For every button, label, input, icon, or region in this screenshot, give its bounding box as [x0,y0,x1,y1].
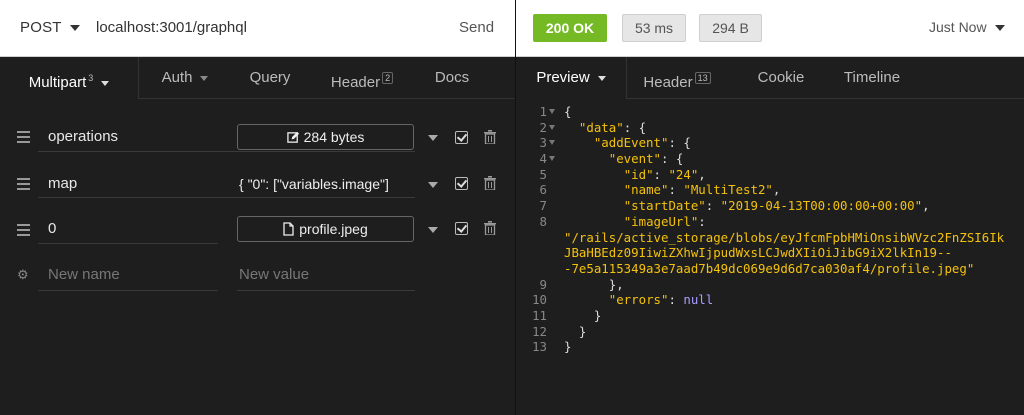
checkbox-icon[interactable] [455,177,468,190]
method-select[interactable]: POST [20,19,62,36]
checkbox-icon[interactable] [455,131,468,144]
line-number: 2 [539,119,547,135]
field-name-input[interactable]: map [48,175,77,192]
send-button[interactable]: Send [459,19,494,36]
url-input[interactable]: localhost:3001/graphql [96,19,247,36]
line-number: 10 [532,292,547,308]
row-options-caret-icon[interactable] [428,227,438,233]
divider [38,151,415,152]
tab-query[interactable]: Query [231,57,309,99]
json-key: "imageUrl" [623,213,699,229]
fold-toggle-icon[interactable] [549,156,555,162]
tab-cookie[interactable]: Cookie [746,57,816,99]
field-name-input[interactable]: operations [48,128,118,145]
json-key: "name" [623,182,669,198]
line-number: 4 [539,151,547,167]
fold-toggle-icon[interactable] [549,140,555,146]
row-options-caret-icon[interactable] [428,135,438,141]
edit-value-button[interactable]: 284 bytes [237,124,414,150]
divider [237,197,415,198]
tab-count: 13 [694,72,711,84]
line-number: 6 [539,182,547,198]
choose-file-button[interactable]: profile.jpeg [237,216,414,242]
line-number: 11 [532,307,547,323]
response-tabs: Preview Header 13 Cookie Timeline [516,57,1024,99]
fold-toggle-icon[interactable] [549,124,555,130]
line-number: 12 [532,323,547,339]
json-key: "startDate" [623,198,706,214]
json-value: "/rails/active_storage/blobs/eyJfcmFpbHM… [564,229,1005,245]
chevron-down-icon [101,80,110,86]
drag-handle-icon[interactable] [17,178,30,193]
new-name-input[interactable]: New name [48,266,120,283]
json-value: "24" [668,166,699,182]
response-size-badge: 294 B [699,14,762,42]
json-key: "id" [623,166,654,182]
json-value: "MultiTest2" [683,182,773,198]
new-value-input[interactable]: New value [239,266,309,283]
request-tabs: Multipart 3 Auth Query Header 2 Docs [0,57,515,99]
tab-count: 2 [382,72,394,84]
divider [38,243,218,244]
json-value: null [683,292,714,308]
edit-icon [286,131,299,143]
file-icon [283,222,294,236]
drag-handle-icon[interactable] [17,131,30,146]
tab-multipart[interactable]: Multipart 3 [0,57,138,99]
trash-icon[interactable] [484,221,496,235]
value-label: profile.jpeg [299,221,368,237]
request-bar: POST localhost:3001/graphql Send [0,0,515,57]
tab-header[interactable]: Header 2 [312,57,412,99]
line-number: 5 [539,166,547,182]
tab-count: 3 [88,73,94,83]
tab-label: Auth [161,69,193,86]
tab-label: Preview [536,69,590,86]
chevron-down-icon [597,75,606,81]
tab-label: Query [249,69,291,86]
line-number: 8 [539,213,547,229]
json-value: "2019-04-13T00:00:00+00:00" [720,198,923,214]
value-label: 284 bytes [303,129,365,145]
line-number: 1 [539,104,547,119]
tab-label: Multipart [28,74,87,91]
json-key: "addEvent" [593,135,669,151]
tab-auth[interactable]: Auth [139,57,231,99]
tab-response-header[interactable]: Header 13 [632,57,722,99]
drag-handle-icon[interactable] [17,224,30,239]
divider [38,290,218,291]
tab-label: Header [643,74,693,91]
tab-preview[interactable]: Preview [516,57,626,99]
row-options-caret-icon[interactable] [428,182,438,188]
field-value-input[interactable]: { "0": ["variables.image"] [239,176,389,192]
json-value: JBaHBEdz09IiwiZXhwIjpudWxsLCJwdXIiOiJibG… [564,245,952,261]
method-caret-icon[interactable] [70,25,80,31]
tab-label: Docs [434,69,470,86]
history-caret-icon[interactable] [995,25,1005,31]
tab-label: Header [330,74,381,91]
divider [237,290,415,291]
status-badge: 200 OK [533,14,607,42]
history-dropdown[interactable]: Just Now [929,19,987,35]
chevron-down-icon [200,75,209,81]
json-value: -7e5a115349a3e7aad7b49dc069e9d6d7ca030af… [564,260,975,276]
trash-icon[interactable] [484,130,496,144]
tab-label: Cookie [757,69,805,86]
line-number: 3 [539,135,547,151]
response-time-badge: 53 ms [622,14,686,42]
tab-separator [626,57,627,99]
json-key: "errors" [608,292,669,308]
checkbox-icon[interactable] [455,222,468,235]
line-number: 9 [539,276,547,292]
json-key: "data" [578,119,624,135]
gear-icon[interactable]: ⚙ [17,267,29,283]
tab-label: Timeline [843,69,901,86]
json-key: "event" [608,151,661,167]
line-number: 13 [532,339,547,355]
tab-docs[interactable]: Docs [418,57,486,99]
tab-timeline[interactable]: Timeline [834,57,910,99]
trash-icon[interactable] [484,176,496,190]
line-number: 7 [539,198,547,214]
field-name-input[interactable]: 0 [48,220,56,237]
fold-toggle-icon[interactable] [549,109,555,114]
